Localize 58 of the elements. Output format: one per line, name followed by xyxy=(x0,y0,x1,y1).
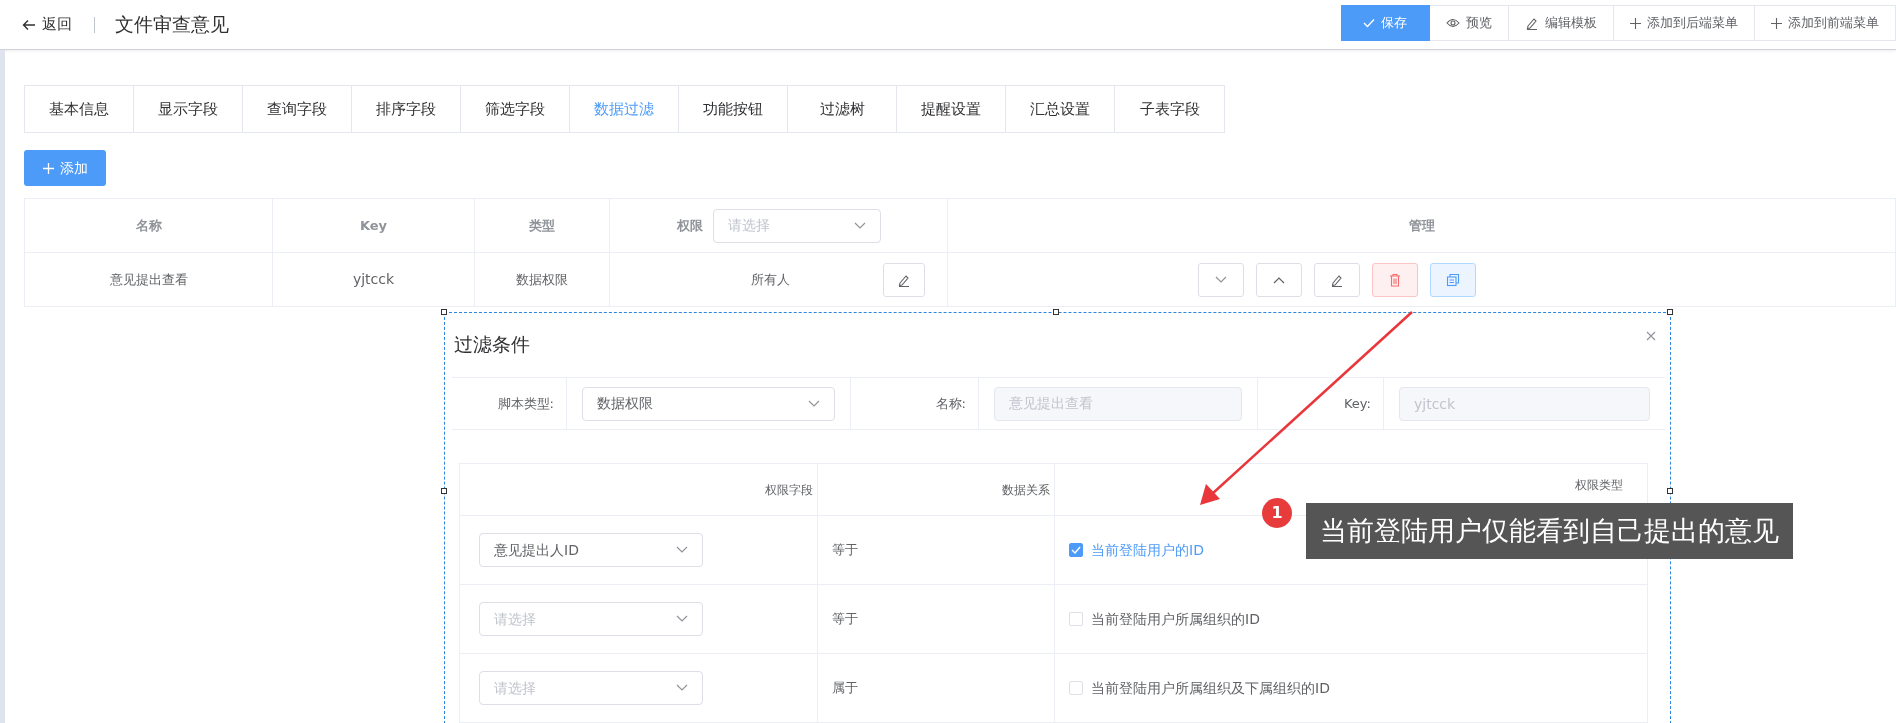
arrow-left-icon xyxy=(22,18,36,31)
resize-handle[interactable] xyxy=(441,488,447,494)
toolbar-button[interactable]: 添加到前端菜单 xyxy=(1755,5,1896,41)
chevron-up-icon xyxy=(1272,275,1285,284)
check-icon xyxy=(1071,546,1081,554)
column-header: 名称 xyxy=(135,216,162,235)
checkbox-label[interactable]: 当前登陆用户所属组织及下属组织的ID xyxy=(1091,677,1330,699)
table-cell-text: 所有人 xyxy=(751,270,790,289)
resize-handle[interactable] xyxy=(441,309,447,315)
table-cell-text: 等于 xyxy=(832,610,858,629)
delete-button[interactable] xyxy=(1371,262,1418,297)
field-select[interactable]: 意见提出人ID xyxy=(479,533,703,567)
toolbar-button[interactable]: 预览 xyxy=(1430,5,1509,41)
back-link[interactable]: 返回 xyxy=(22,13,72,36)
dialog-title: 过滤条件 xyxy=(454,332,530,357)
table-cell-text: 意见提出查看 xyxy=(109,270,188,289)
trash-icon xyxy=(1388,272,1401,287)
chevron-down-icon xyxy=(676,615,688,623)
check-icon xyxy=(1363,18,1375,28)
resize-handle[interactable] xyxy=(1053,309,1059,315)
table-cell-text: 数据权限 xyxy=(516,270,568,289)
plus-icon xyxy=(1630,17,1641,29)
edit-button[interactable] xyxy=(1313,262,1360,297)
column-header: Key xyxy=(359,216,388,235)
column-header: 权限字段 xyxy=(765,481,813,499)
column-header: 管理 xyxy=(1408,216,1435,235)
plus-icon xyxy=(42,162,54,174)
page-title: 文件审查意见 xyxy=(115,12,229,38)
resize-handle[interactable] xyxy=(1667,309,1673,315)
chevron-down-icon xyxy=(853,221,866,230)
plus-icon xyxy=(1771,17,1782,29)
edit-button[interactable] xyxy=(883,262,925,297)
chevron-down-icon xyxy=(676,684,688,692)
copy-button[interactable] xyxy=(1429,262,1476,297)
chevron-down-icon xyxy=(808,399,820,408)
pencil-icon xyxy=(1525,16,1539,30)
toolbar-button[interactable]: 添加到后端菜单 xyxy=(1614,5,1755,41)
column-header: 数据关系 xyxy=(1002,481,1050,499)
table-cell-text: yjtcck xyxy=(352,270,395,289)
checkbox[interactable] xyxy=(1069,543,1083,557)
script-type-select[interactable]: 数据权限 xyxy=(582,386,835,421)
eye-icon xyxy=(1446,18,1460,28)
column-header: 权限 xyxy=(676,216,703,235)
table-cell-text: 属于 xyxy=(832,679,858,698)
table-cell-text: 等于 xyxy=(832,541,858,560)
field-label: 名称: xyxy=(935,394,966,413)
resize-handle[interactable] xyxy=(1667,488,1673,494)
toolbar-button[interactable]: 编辑模板 xyxy=(1509,5,1614,41)
field-label: 脚本类型: xyxy=(497,394,554,413)
checkbox-label[interactable]: 当前登陆用户所属组织的ID xyxy=(1091,608,1260,630)
column-header: 权限类型 xyxy=(1575,477,1623,494)
copy-icon xyxy=(1445,272,1460,287)
close-icon xyxy=(1646,330,1656,341)
column-header: 类型 xyxy=(529,216,555,235)
field-label: Key: xyxy=(1344,394,1371,413)
annotation-callout: 当前登陆用户仅能看到自己提出的意见 xyxy=(1306,503,1793,559)
chevron-down-icon xyxy=(1214,275,1227,284)
chevron-down-icon xyxy=(676,546,688,554)
